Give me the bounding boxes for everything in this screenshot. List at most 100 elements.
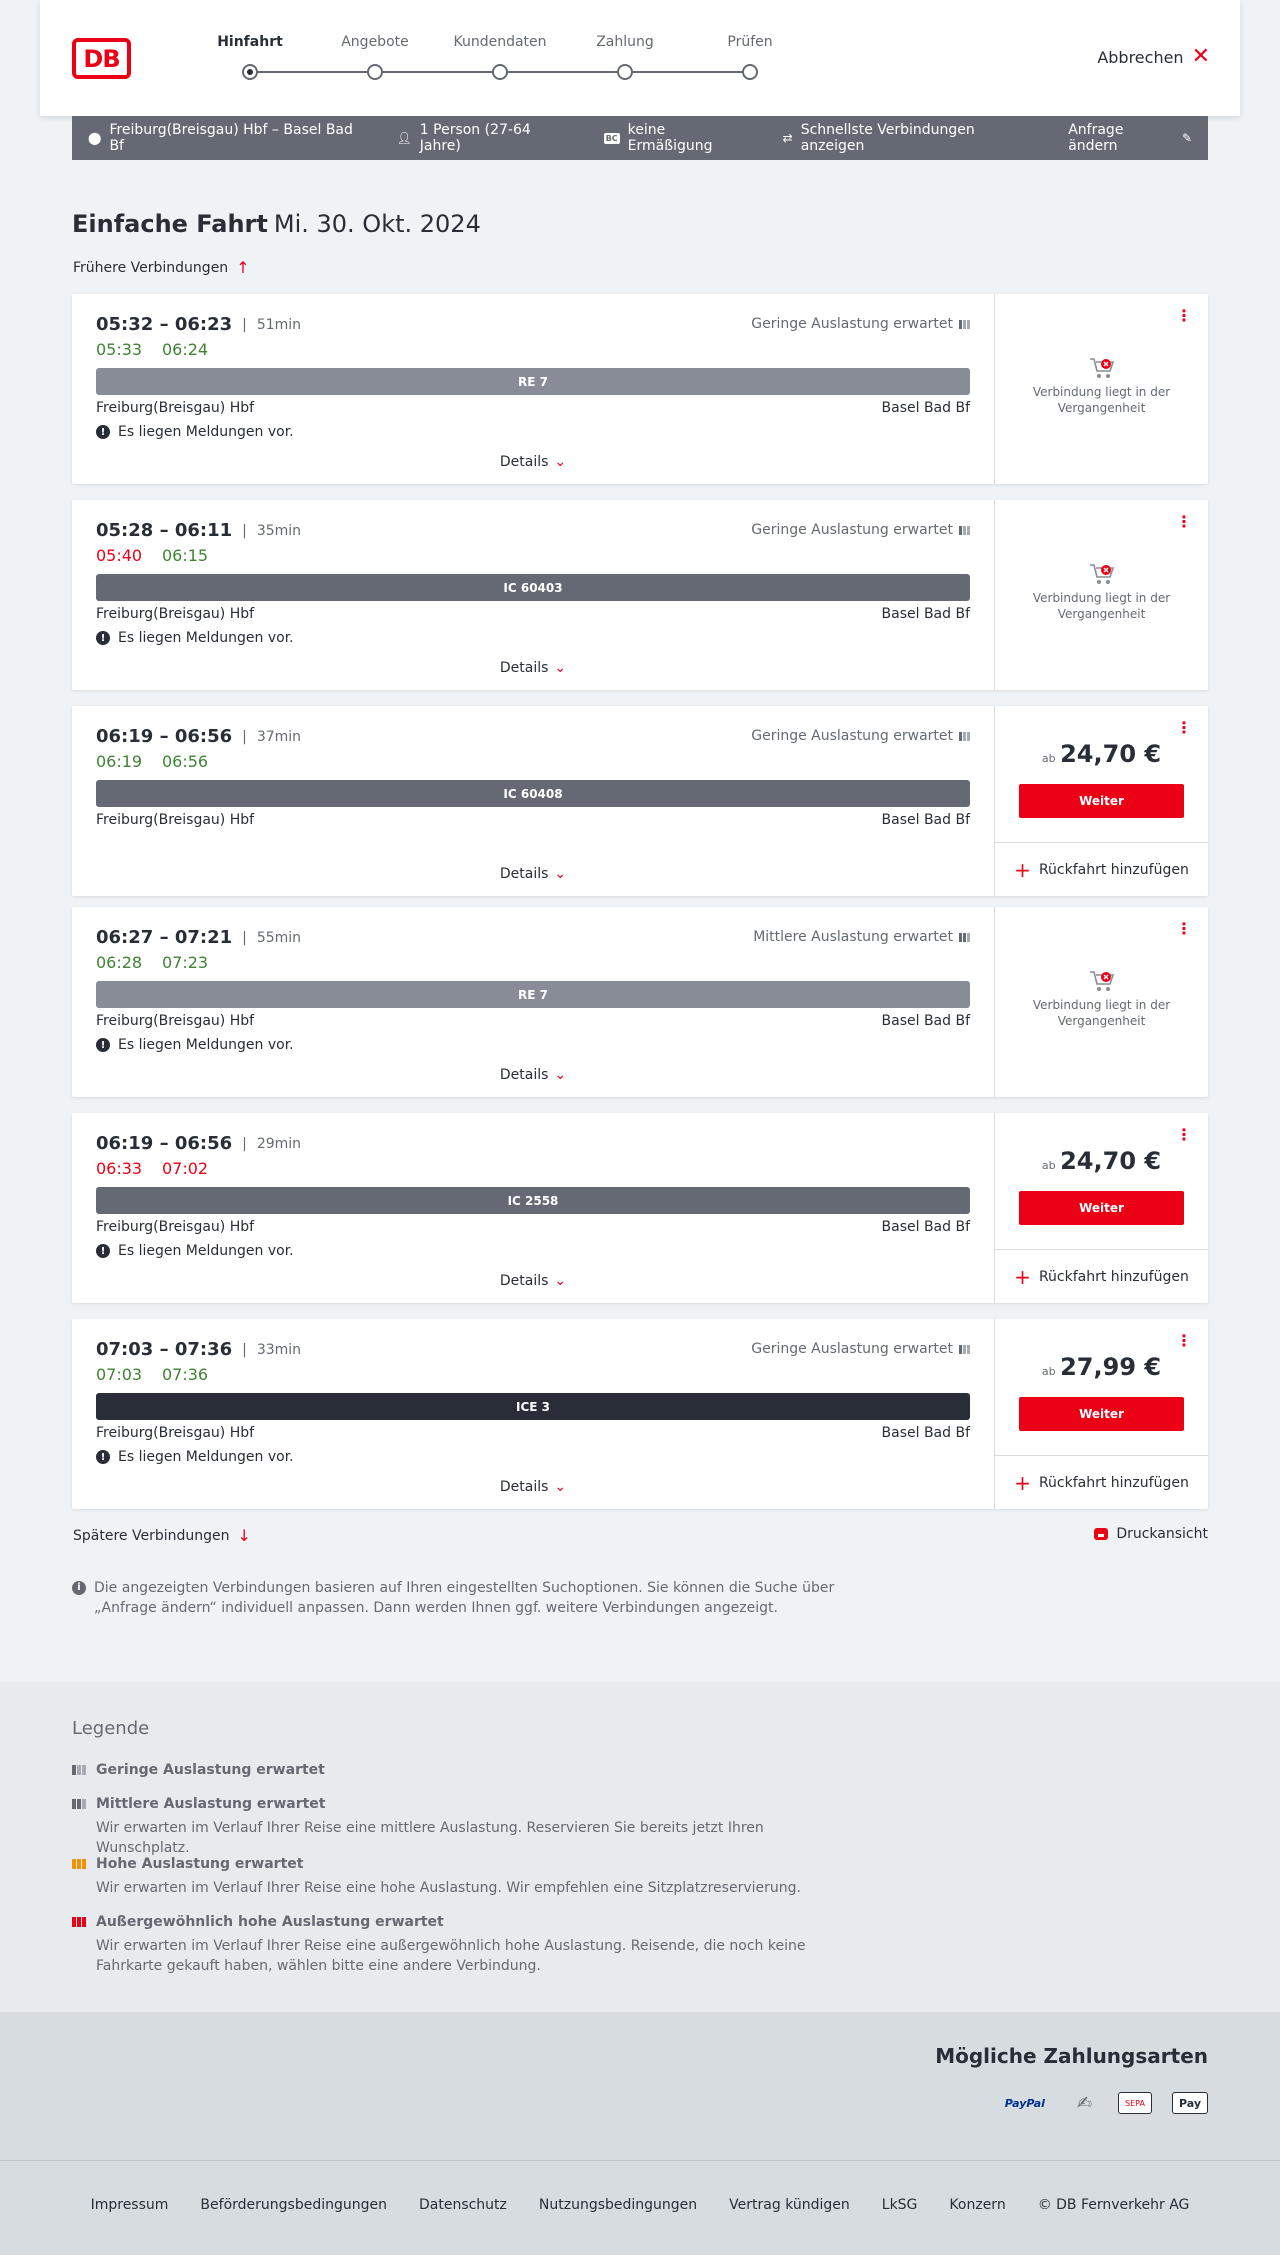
persons-summary[interactable]: 👤︎ 1 Person (27-64 Jahre) [397,122,572,154]
service-notice: ! Es liegen Meldungen vor. [96,1037,294,1053]
change-request-button[interactable]: Anfrage ändern ✎ [1068,122,1192,154]
connection-main: 05:28 – 06:11 | 35min 05:40 06:15 Geringe Aus… [72,500,994,690]
notice-text: Es liegen Meldungen vor. [118,630,294,646]
service-notice: ! Es liegen Meldungen vor. [96,630,294,646]
details-toggle[interactable]: Details ⌄ [72,454,994,470]
occupancy-icon [959,1344,970,1354]
details-toggle[interactable]: Details ⌄ [72,1067,994,1083]
trip-type: Einfache Fahrt [72,210,268,238]
duration: 51min [256,316,302,333]
fastest-toggle[interactable]: ⇄ Schnellste Verbindungen anzeigen [783,122,1037,154]
planned-times: 06:19 – 06:56 [96,726,233,747]
departure-station: Freiburg(Breisgau) Hbf [96,400,255,416]
price: ab 27,99 € [995,1353,1208,1381]
connection-card: 05:32 – 06:23 | 51min 05:33 06:24 Geringe Aus… [72,294,1208,484]
connection-offer: ⋮ ab 24,70 € Weiter + Rückfahrt hinzufügen [994,706,1208,896]
add-return-label: Rückfahrt hinzufügen [1038,1474,1189,1491]
footer-link-lksg[interactable]: LkSG [882,2197,918,2213]
departure-station: Freiburg(Breisgau) Hbf [96,1219,255,1235]
step-hinfahrt: Hinfahrt [195,34,305,80]
past-connection-notice: Verbindung liegt in der Vergangenheit [995,969,1208,1029]
weiter-button[interactable]: Weiter [1019,784,1184,818]
train-line-bar[interactable]: IC 60403 [96,574,970,601]
train-line-bar[interactable]: IC 60408 [96,780,970,807]
step-dot [742,64,758,80]
add-return-label: Rückfahrt hinzufügen [1038,1268,1189,1285]
past-connection-notice: Verbindung liegt in der Vergangenheit [995,562,1208,622]
more-options-icon[interactable]: ⋮ [1176,308,1192,324]
arrival-station: Basel Bad Bf [881,400,970,416]
payment-methods: PayPal ✍ SEPA Pay [999,2092,1208,2114]
occupancy-icon [959,932,970,942]
earlier-connections-link[interactable]: Frühere Verbindungen ↑ [73,258,250,277]
footer-link-impressum[interactable]: Impressum [91,2197,169,2213]
connection-offer: ⋮ ab 24,70 € Weiter + Rückfahrt hinzufügen [994,1113,1208,1303]
legend-item-head: Geringe Auslastung erwartet [72,1762,852,1778]
train-line-bar[interactable]: IC 2558 [96,1187,970,1214]
occupancy-text: Geringe Auslastung erwartet [751,1341,953,1357]
footer-link-datenschutz[interactable]: Datenschutz [419,2197,507,2213]
route-summary[interactable]: ⬤ Freiburg(Breisgau) Hbf – Basel Bad Bf [88,122,365,154]
connection-main: 07:03 – 07:36 | 33min 07:03 07:36 Geringe Aus… [72,1319,994,1509]
close-icon: ✕ [1191,44,1210,69]
plus-icon: + [1014,1470,1031,1495]
later-label: Spätere Verbindungen [73,1527,230,1544]
arrival-station: Basel Bad Bf [881,1219,970,1235]
cancel-button[interactable]: Abbrechen ✕ [1097,46,1210,68]
more-options-icon[interactable]: ⋮ [1176,921,1192,937]
more-options-icon[interactable]: ⋮ [1176,1127,1192,1143]
price: ab 24,70 € [995,740,1208,768]
divider: | [242,1135,247,1152]
footer-links: Impressum Beförderungsbedingungen Datens… [0,2197,1280,2213]
connection-offer: ⋮ Verbindung liegt in der Vergangenheit [994,294,1208,484]
weiter-button[interactable]: Weiter [1019,1397,1184,1431]
train-line-bar[interactable]: RE 7 [96,368,970,395]
connection-card: 05:28 – 06:11 | 35min 05:40 06:15 Geringe Aus… [72,500,1208,690]
price-prefix: ab [1041,752,1056,765]
later-connections-link[interactable]: Spätere Verbindungen ↓ [73,1526,251,1545]
add-return-trip-button[interactable]: + Rückfahrt hinzufügen [995,842,1208,896]
swap-icon: ⇄ [782,131,793,145]
discount-summary[interactable]: BC keine Ermäßigung [603,122,751,154]
realtime-departure: 05:33 [96,340,143,359]
step-label: Prüfen [727,34,773,50]
add-return-trip-button[interactable]: + Rückfahrt hinzufügen [995,1249,1208,1303]
more-options-icon[interactable]: ⋮ [1176,720,1192,736]
chevron-down-icon: ⌄ [554,1479,567,1495]
details-toggle[interactable]: Details ⌄ [72,660,994,676]
train-line-bar[interactable]: ICE 3 [96,1393,970,1420]
legend-section: Legende Geringe Auslastung erwartet Mittl… [0,1682,1280,2012]
legend-item: Hohe Auslastung erwartet Wir erwarten im … [72,1856,852,1898]
details-label: Details [499,866,549,882]
print-view-link[interactable]: Druckansicht [1094,1526,1208,1542]
train-line-bar[interactable]: RE 7 [96,981,970,1008]
plus-icon: + [1014,1264,1031,1289]
db-logo[interactable]: DB [72,38,131,79]
details-toggle[interactable]: Details ⌄ [72,1273,994,1289]
alert-icon: ! [96,1450,110,1464]
step-kundendaten: Kundendaten [445,34,555,80]
arrival-station: Basel Bad Bf [881,1013,970,1029]
payment-section: Mögliche Zahlungsarten PayPal ✍ SEPA Pay [0,2012,1280,2160]
legend-item: Geringe Auslastung erwartet [72,1762,852,1778]
weiter-button[interactable]: Weiter [1019,1191,1184,1225]
notice-text: Es liegen Meldungen vor. [118,1037,294,1053]
occupancy-icon [959,525,970,535]
footer-link-konzern[interactable]: Konzern [949,2197,1005,2213]
footer-link-nutzungsbedingungen[interactable]: Nutzungsbedingungen [539,2197,697,2213]
plus-icon: + [1014,857,1031,882]
footer-link-vertrag-kuendigen[interactable]: Vertrag kündigen [729,2197,850,2213]
details-toggle[interactable]: Details ⌄ [72,1479,994,1495]
details-label: Details [499,1067,549,1083]
footer-link-befoerderungsbedingungen[interactable]: Beförderungsbedingungen [200,2197,387,2213]
details-toggle[interactable]: Details ⌄ [72,866,994,882]
alert-icon: ! [96,1038,110,1052]
printer-icon [1094,1528,1109,1540]
step-dot [617,64,633,80]
arrow-up-icon: ↑ [236,258,250,277]
step-dot [492,64,508,80]
more-options-icon[interactable]: ⋮ [1176,514,1192,530]
more-options-icon[interactable]: ⋮ [1176,1333,1192,1349]
add-return-trip-button[interactable]: + Rückfahrt hinzufügen [995,1455,1208,1509]
sepa-icon: SEPA [1118,2092,1152,2114]
